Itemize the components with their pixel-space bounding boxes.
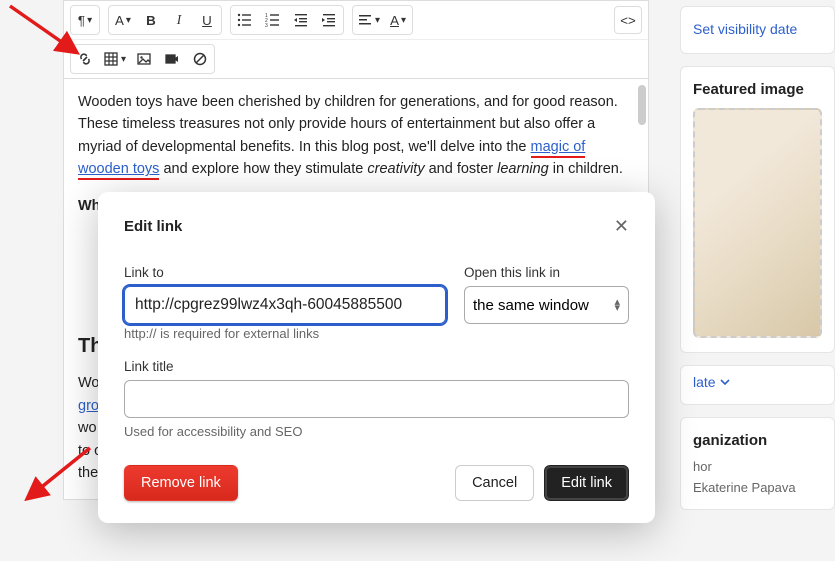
featured-image-title: Featured image xyxy=(693,81,822,98)
cancel-button[interactable]: Cancel xyxy=(455,465,534,501)
link-title-label: Link title xyxy=(124,359,629,374)
toolbar: ¶▾ A▾ B I U 123 ▾ A▾ <> ▾ xyxy=(64,1,648,79)
body-text: and foster xyxy=(425,161,498,177)
open-in-label: Open this link in xyxy=(464,265,629,280)
chevron-down-icon xyxy=(720,377,730,387)
outdent-button[interactable] xyxy=(287,6,315,34)
late-dropdown[interactable]: late xyxy=(693,374,822,390)
svg-text:3: 3 xyxy=(265,23,268,28)
link-url-input[interactable] xyxy=(124,286,446,324)
author-value: Ekaterine Papava xyxy=(693,480,822,495)
remove-link-button[interactable]: Remove link xyxy=(124,465,238,501)
body-text: wo xyxy=(78,420,97,436)
font-color-button[interactable]: A▾ xyxy=(109,6,137,34)
align-button[interactable]: ▾ xyxy=(353,6,384,34)
url-hint: http:// is required for external links xyxy=(124,326,446,341)
set-visibility-link[interactable]: Set visibility date xyxy=(693,21,797,37)
indent-button[interactable] xyxy=(315,6,343,34)
open-in-select[interactable]: the same window ▴▾ xyxy=(464,286,629,324)
body-text: and explore how they stimulate xyxy=(159,161,367,177)
numbered-list-button[interactable]: 123 xyxy=(259,6,287,34)
link-to-label: Link to xyxy=(124,265,446,280)
author-label: hor xyxy=(693,459,822,474)
edit-link-button[interactable]: Edit link xyxy=(544,465,629,501)
link-title-input[interactable] xyxy=(124,380,629,418)
underline-button[interactable]: U xyxy=(193,6,221,34)
text-color-button[interactable]: A▾ xyxy=(384,6,412,34)
bullet-list-button[interactable] xyxy=(231,6,259,34)
clear-format-button[interactable] xyxy=(186,45,214,73)
featured-image-thumb[interactable] xyxy=(693,108,822,338)
modal-title: Edit link xyxy=(124,218,182,235)
video-button[interactable] xyxy=(158,45,186,73)
body-text: the xyxy=(78,465,98,481)
table-button[interactable]: ▾ xyxy=(99,45,130,73)
side-panels: Set visibility date Featured image late … xyxy=(680,0,835,522)
body-text: Wo xyxy=(78,375,100,391)
select-arrows-icon: ▴▾ xyxy=(614,299,620,311)
body-em: creativity xyxy=(367,161,424,177)
open-in-value: the same window xyxy=(473,297,589,314)
body-link-gro[interactable]: gro xyxy=(78,398,99,414)
italic-button[interactable]: I xyxy=(165,6,193,34)
body-text: in children. xyxy=(549,161,623,177)
scrollbar-thumb[interactable] xyxy=(638,85,646,125)
source-code-button[interactable]: <> xyxy=(614,6,642,34)
edit-link-modal: Edit link ✕ Link to http:// is required … xyxy=(98,192,655,523)
paragraph-format-button[interactable]: ¶▾ xyxy=(71,6,99,34)
close-button[interactable]: ✕ xyxy=(614,216,629,237)
image-button[interactable] xyxy=(130,45,158,73)
bold-button[interactable]: B xyxy=(137,6,165,34)
title-hint: Used for accessibility and SEO xyxy=(124,424,629,439)
link-button[interactable] xyxy=(71,45,99,73)
body-em: learning xyxy=(497,161,549,177)
organization-title: ganization xyxy=(693,432,822,449)
